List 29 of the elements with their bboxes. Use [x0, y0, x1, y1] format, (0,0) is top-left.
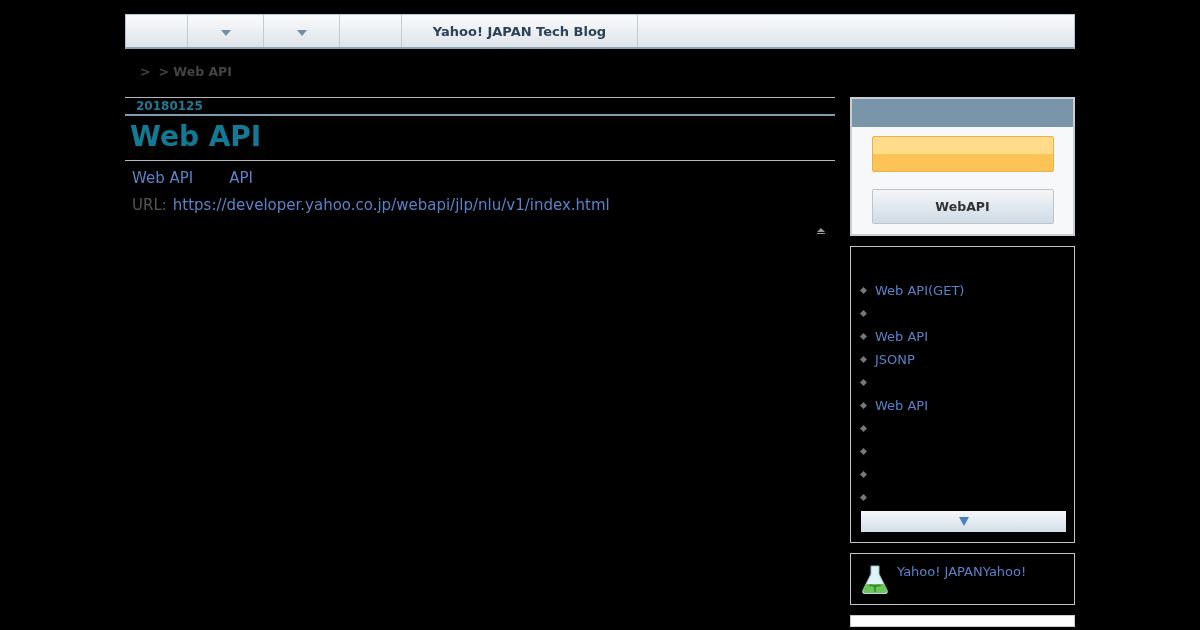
caret-icon: [296, 30, 307, 36]
post-link[interactable]: Web API: [875, 398, 929, 413]
bullet-icon: [859, 309, 868, 318]
caret-icon: [220, 30, 231, 36]
bullet-icon: [859, 378, 868, 387]
category-link[interactable]: Web API: [132, 169, 194, 187]
triangle-down-icon: [958, 517, 969, 526]
about-text: Yahoo! JAPANYahoo!: [897, 564, 1027, 579]
post-link[interactable]: JSONP: [875, 352, 915, 367]
entry-date: 20180125: [136, 99, 203, 113]
bullet-icon: [859, 470, 868, 479]
bullet-icon: [859, 493, 868, 502]
more-button[interactable]: [861, 511, 1066, 532]
flask-icon: [861, 564, 889, 594]
bullet-icon: [859, 447, 868, 456]
post-link[interactable]: Web API: [875, 329, 929, 344]
bullet-icon: [859, 424, 868, 433]
bullet-icon: [859, 332, 868, 341]
bullet-icon: [859, 286, 868, 295]
nav-title-tab[interactable]: Yahoo! JAPAN Tech Blog: [402, 15, 638, 47]
page-top-icon[interactable]: [817, 228, 825, 234]
webapi-button[interactable]: WebAPI: [871, 189, 1054, 224]
post-link[interactable]: Web API(GET): [875, 283, 965, 298]
bullet-icon: [859, 401, 868, 410]
url-link[interactable]: https://developer.yahoo.co.jp/webapi/jlp/nlu/v1/index.html: [172, 196, 610, 214]
entry-title: Web API: [130, 120, 262, 153]
category-link[interactable]: API: [229, 169, 253, 187]
bullet-icon: [859, 355, 868, 364]
url-label: URL:: [132, 196, 167, 214]
